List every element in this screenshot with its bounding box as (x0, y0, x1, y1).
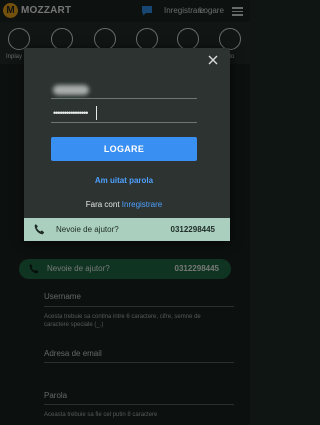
username-field-underline (51, 98, 197, 99)
forgot-password-link[interactable]: Am uitat parola (51, 176, 197, 185)
password-input[interactable]: •••••••••••••••• (53, 109, 88, 118)
help-strip[interactable]: Nevoie de ajutor? 0312298445 (24, 218, 230, 241)
register-link[interactable]: Inregistrare (122, 200, 162, 209)
username-input[interactable] (53, 85, 89, 95)
password-field-underline (51, 122, 197, 123)
no-account-line: Fara cont Inregistrare (51, 200, 197, 209)
no-account-text: Fara cont (85, 200, 120, 209)
help-text: Nevoie de ajutor? (56, 225, 119, 234)
close-icon[interactable] (207, 54, 219, 66)
phone-icon (34, 224, 45, 235)
text-caret (96, 106, 97, 120)
help-phone-number: 0312298445 (170, 225, 216, 234)
login-button[interactable]: LOGARE (51, 137, 197, 161)
